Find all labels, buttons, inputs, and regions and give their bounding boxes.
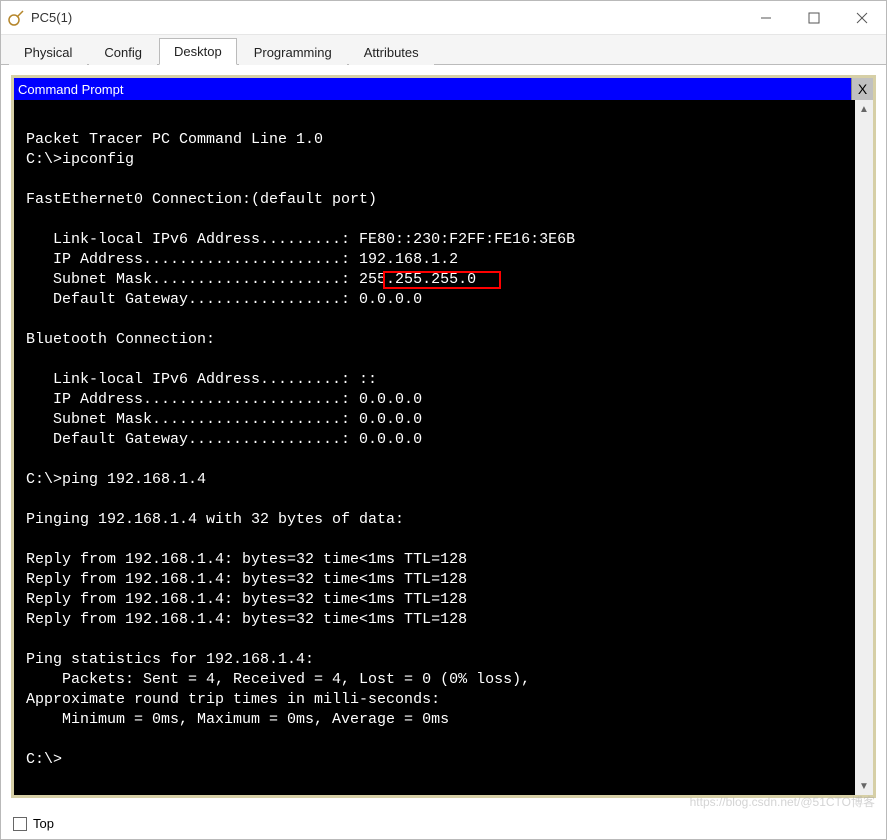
watermark: https://blog.csdn.net/@51CTO博客 bbox=[690, 793, 875, 810]
command-prompt-titlebar: Command Prompt X bbox=[14, 78, 873, 100]
scrollbar-track[interactable] bbox=[855, 118, 873, 777]
tab-attributes[interactable]: Attributes bbox=[349, 39, 434, 65]
minimize-button[interactable] bbox=[742, 1, 790, 34]
tab-programming[interactable]: Programming bbox=[239, 39, 347, 65]
maximize-button[interactable] bbox=[790, 1, 838, 34]
tab-desktop[interactable]: Desktop bbox=[159, 38, 237, 65]
tab-config[interactable]: Config bbox=[89, 39, 157, 65]
content-area: Command Prompt X Packet Tracer PC Comman… bbox=[1, 65, 886, 808]
close-button[interactable] bbox=[838, 1, 886, 34]
scrollbar-up-icon[interactable]: ▲ bbox=[855, 100, 873, 118]
app-window: PC5(1) Physical Config Desktop Programmi… bbox=[0, 0, 887, 840]
command-prompt-frame: Command Prompt X Packet Tracer PC Comman… bbox=[11, 75, 876, 798]
window-title: PC5(1) bbox=[31, 10, 72, 25]
app-icon bbox=[7, 9, 25, 27]
top-checkbox-label: Top bbox=[33, 816, 54, 831]
top-checkbox[interactable] bbox=[13, 817, 27, 831]
tab-bar: Physical Config Desktop Programming Attr… bbox=[1, 35, 886, 65]
terminal-scrollbar[interactable]: ▲ ▼ bbox=[855, 100, 873, 795]
window-controls bbox=[742, 1, 886, 34]
command-prompt-title: Command Prompt bbox=[18, 82, 123, 97]
command-prompt-close-button[interactable]: X bbox=[851, 78, 873, 100]
titlebar: PC5(1) bbox=[1, 1, 886, 35]
bottom-bar: Top bbox=[1, 808, 886, 839]
tab-physical[interactable]: Physical bbox=[9, 39, 87, 65]
terminal-output[interactable]: Packet Tracer PC Command Line 1.0 C:\>ip… bbox=[14, 100, 855, 795]
command-prompt-body-wrap: Packet Tracer PC Command Line 1.0 C:\>ip… bbox=[14, 100, 873, 795]
